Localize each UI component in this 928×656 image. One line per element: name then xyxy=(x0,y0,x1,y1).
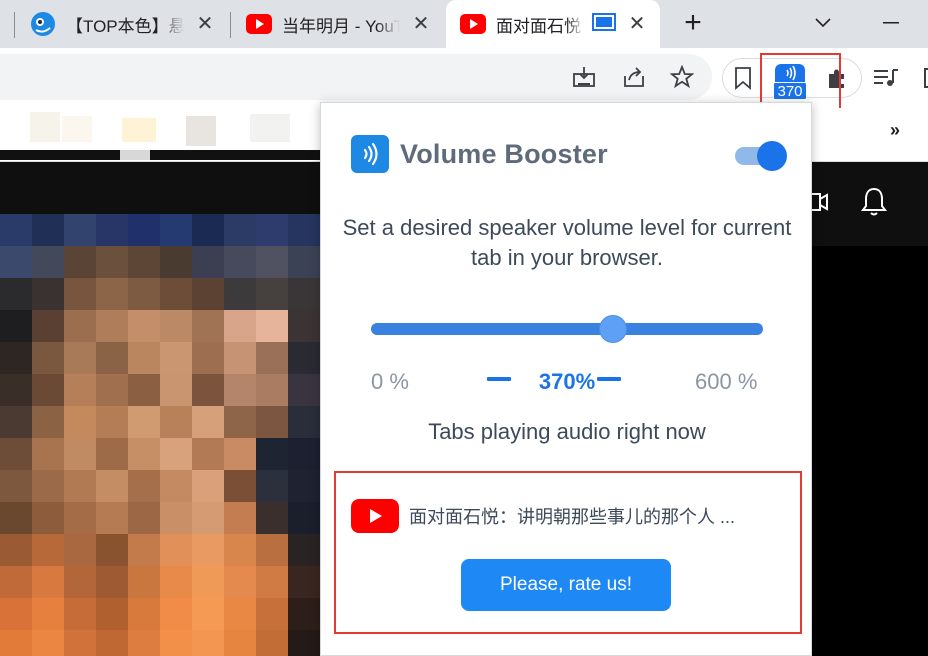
notifications-bell-icon[interactable] xyxy=(860,186,888,223)
toggle-knob xyxy=(757,141,787,171)
bookmark-star-icon[interactable] xyxy=(668,63,696,91)
tab-title: 面对面石悦 xyxy=(496,16,581,36)
pixelated-video-frame xyxy=(0,214,320,656)
reading-list-icon[interactable] xyxy=(872,64,900,92)
minimize-icon[interactable] xyxy=(876,10,906,36)
bilibili-icon xyxy=(30,11,56,37)
popup-description: Set a desired speaker volume level for c… xyxy=(342,215,792,270)
volume-min-label: 0 % xyxy=(371,369,409,394)
share-icon[interactable] xyxy=(620,63,648,91)
tab-title: 当年明月 - YouTube xyxy=(282,16,400,36)
audio-tabs-heading: Tabs playing audio right now xyxy=(428,419,706,444)
volume-booster-logo-icon xyxy=(351,135,389,173)
tab-separator xyxy=(14,12,15,38)
more-bookmarks-chevron-icon[interactable]: » xyxy=(890,120,900,141)
enable-toggle[interactable] xyxy=(735,141,787,171)
tab-dangnian-mingyue[interactable]: 当年明月 - YouTube ✕ xyxy=(246,0,444,48)
volume-current-value: 370% xyxy=(538,369,596,394)
highlight-box-popup xyxy=(334,471,802,634)
tab-top-bense[interactable]: 【TOP本色】悬 ✕ xyxy=(30,0,228,48)
volume-max-label: 600 % xyxy=(695,369,758,394)
tab-strip: 【TOP本色】悬 ✕ 当年明月 - YouTube ✕ 面对面石悦 ✕ + xyxy=(0,0,928,48)
tab-search-chevron-icon[interactable] xyxy=(808,10,838,36)
volume-slider[interactable] xyxy=(371,323,763,335)
volume-slider-thumb[interactable] xyxy=(598,315,627,343)
close-icon[interactable]: ✕ xyxy=(194,12,216,35)
tab-media-icon xyxy=(592,13,616,38)
close-icon[interactable]: ✕ xyxy=(410,12,432,35)
new-tab-button[interactable]: + xyxy=(678,8,708,39)
side-panel-icon[interactable] xyxy=(916,64,928,92)
decrease-volume-button[interactable] xyxy=(487,377,511,381)
reading-bookmark-icon[interactable] xyxy=(729,64,757,92)
address-bar[interactable] xyxy=(0,54,712,100)
tab-active-mianduimian[interactable]: 面对面石悦 ✕ xyxy=(446,0,660,48)
install-app-icon[interactable] xyxy=(570,63,598,91)
tab-title: 【TOP本色】悬 xyxy=(66,16,184,36)
close-icon[interactable]: ✕ xyxy=(626,12,648,35)
tab-separator xyxy=(230,12,231,38)
youtube-icon xyxy=(460,11,486,37)
blurred-banner xyxy=(0,110,320,184)
popup-title: Volume Booster xyxy=(400,139,608,169)
youtube-icon xyxy=(246,11,272,37)
increase-volume-button[interactable] xyxy=(597,377,621,381)
